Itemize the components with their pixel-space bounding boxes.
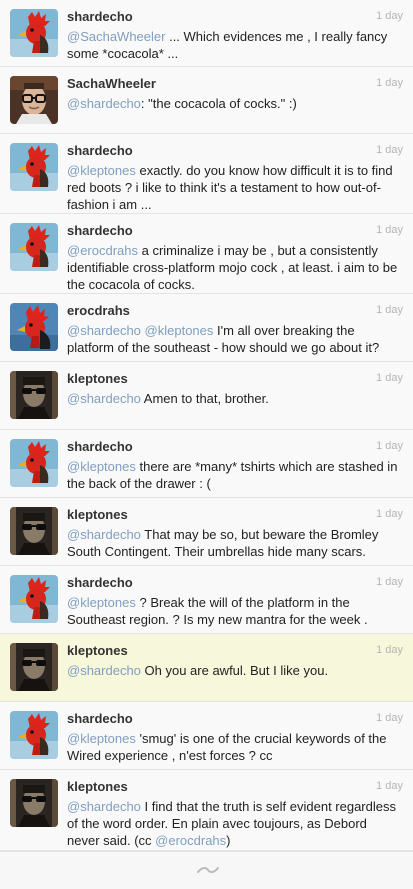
rooster-avatar[interactable] xyxy=(10,575,58,623)
tweet-timestamp: 1 day xyxy=(376,304,403,316)
tweet-row[interactable]: SachaWheeler 1 day @shardecho: "the cocaco… xyxy=(0,67,413,134)
rooster-avatar[interactable] xyxy=(10,9,58,57)
sunglasses-man-avatar[interactable] xyxy=(10,507,58,555)
tweet-row[interactable]: kleptones 1 day @shardecho Amen to that, b… xyxy=(0,362,413,430)
mention-link[interactable]: @shardecho xyxy=(67,799,141,814)
mention-link[interactable]: @erocdrahs xyxy=(67,243,138,258)
tweet-timestamp: 1 day xyxy=(376,576,403,588)
tweet-author[interactable]: shardecho xyxy=(67,575,133,590)
tweet-text: @shardecho That may be so, but beware th… xyxy=(67,526,403,560)
mention-link[interactable]: @kleptones xyxy=(145,323,214,338)
tweet-text: @shardecho Oh you are awful. But I like … xyxy=(67,662,403,679)
tweet-timestamp: 1 day xyxy=(376,712,403,724)
tweet-text: @shardecho Amen to that, brother. xyxy=(67,390,403,407)
tweet-text: @shardecho: "the cocacola of cocks." :) xyxy=(67,95,403,112)
tweet-author[interactable]: shardecho xyxy=(67,9,133,24)
tweet-timestamp: 1 day xyxy=(376,644,403,656)
glasses-man-avatar[interactable] xyxy=(10,76,58,124)
rooster-avatar[interactable] xyxy=(10,223,58,271)
tweet-row[interactable]: shardecho 1 day @SachaWheeler ... Which ev… xyxy=(0,0,413,67)
mention-link[interactable]: @kleptones xyxy=(67,595,136,610)
tweet-row[interactable]: shardecho 1 day @erocdrahs a criminalize i… xyxy=(0,214,413,294)
tweet-row[interactable]: erocdrahs 1 day @shardecho @kleptones I'm … xyxy=(0,294,413,362)
tweet-text: @kleptones exactly. do you know how diff… xyxy=(67,162,403,213)
tweet-timestamp: 1 day xyxy=(376,144,403,156)
tweet-row[interactable]: kleptones 1 day @shardecho That may be so,… xyxy=(0,498,413,566)
tilde-load-more-icon[interactable] xyxy=(195,862,221,878)
tweet-author[interactable]: kleptones xyxy=(67,507,128,522)
tweet-timestamp: 1 day xyxy=(376,77,403,89)
tweet-author[interactable]: shardecho xyxy=(67,223,133,238)
rooster-avatar[interactable] xyxy=(10,439,58,487)
rooster-avatar[interactable] xyxy=(10,711,58,759)
mention-link[interactable]: @kleptones xyxy=(67,731,136,746)
mention-link[interactable]: @shardecho xyxy=(67,663,141,678)
tweet-author[interactable]: shardecho xyxy=(67,711,133,726)
mention-link[interactable]: @kleptones xyxy=(67,459,136,474)
tweet-text: @shardecho @kleptones I'm all over break… xyxy=(67,322,403,356)
mention-link[interactable]: @shardecho xyxy=(67,323,141,338)
tweet-author[interactable]: kleptones xyxy=(67,779,128,794)
tweet-text-segment: Amen to that, brother. xyxy=(140,391,269,406)
timeline: shardecho 1 day @SachaWheeler ... Which ev… xyxy=(0,0,413,889)
mention-link[interactable]: @erocdrahs xyxy=(155,833,226,848)
mention-link[interactable]: @SachaWheeler xyxy=(67,29,165,44)
tweet-author[interactable]: erocdrahs xyxy=(67,303,130,318)
tweet-text: @SachaWheeler ... Which evidences me , I… xyxy=(67,28,403,62)
rooster-avatar[interactable] xyxy=(10,143,58,191)
tweet-text: @kleptones there are *many* tshirts whic… xyxy=(67,458,403,492)
sunglasses-man-avatar[interactable] xyxy=(10,371,58,419)
tweet-row[interactable]: shardecho 1 day @kleptones 'smug' is one o… xyxy=(0,702,413,770)
mention-link[interactable]: @shardecho xyxy=(67,96,141,111)
sunglasses-man-avatar[interactable] xyxy=(10,779,58,827)
tweet-timestamp: 1 day xyxy=(376,10,403,22)
tweet-timestamp: 1 day xyxy=(376,440,403,452)
tweet-author[interactable]: shardecho xyxy=(67,439,133,454)
tweet-timestamp: 1 day xyxy=(376,372,403,384)
tweet-text-segment: Oh you are awful. But I like you. xyxy=(140,663,329,678)
mention-link[interactable]: @shardecho xyxy=(67,391,141,406)
footer-divider xyxy=(0,851,413,852)
tweet-author[interactable]: SachaWheeler xyxy=(67,76,156,91)
tweet-row[interactable]: shardecho 1 day @kleptones ? Break the wil… xyxy=(0,566,413,634)
tweet-row[interactable]: kleptones 1 day @shardecho Oh you are awfu… xyxy=(0,634,413,702)
tweet-text-segment: : "the cocacola of cocks." :) xyxy=(140,96,297,111)
tweet-timestamp: 1 day xyxy=(376,224,403,236)
tweet-text: @erocdrahs a criminalize i may be , but … xyxy=(67,242,403,293)
tweet-row[interactable]: shardecho 1 day @kleptones exactly. do you… xyxy=(0,134,413,214)
tweet-row[interactable]: kleptones 1 day @shardecho I find that the… xyxy=(0,770,413,851)
rooster-blue-avatar[interactable] xyxy=(10,303,58,351)
tweet-author[interactable]: shardecho xyxy=(67,143,133,158)
tweet-text: @shardecho I find that the truth is self… xyxy=(67,798,403,849)
tweet-timestamp: 1 day xyxy=(376,508,403,520)
tweet-row[interactable]: shardecho 1 day @kleptones there are *many… xyxy=(0,430,413,498)
tweet-text-segment: ) xyxy=(226,833,231,848)
tweet-timestamp: 1 day xyxy=(376,780,403,792)
tweet-author[interactable]: kleptones xyxy=(67,371,128,386)
tweet-text: @kleptones ? Break the will of the platf… xyxy=(67,594,403,628)
tweet-text: @kleptones 'smug' is one of the crucial … xyxy=(67,730,403,764)
sunglasses-man-avatar[interactable] xyxy=(10,643,58,691)
mention-link[interactable]: @shardecho xyxy=(67,527,141,542)
tweet-author[interactable]: kleptones xyxy=(67,643,128,658)
mention-link[interactable]: @kleptones xyxy=(67,163,136,178)
